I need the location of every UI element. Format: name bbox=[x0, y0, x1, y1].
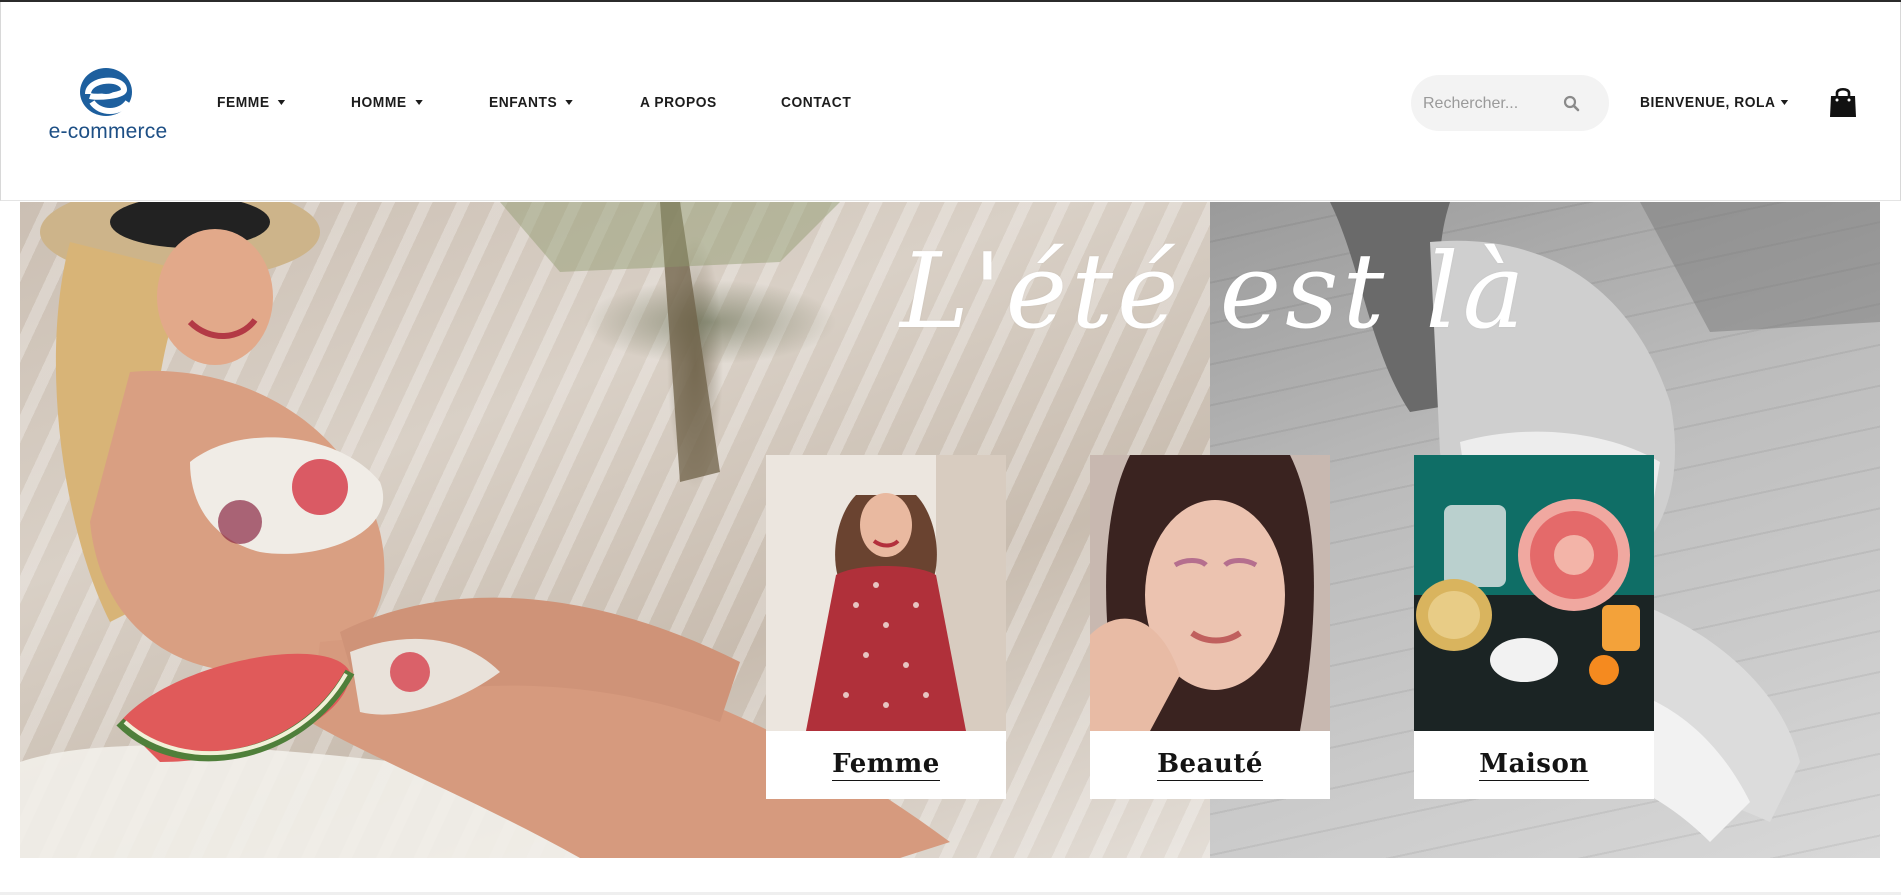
category-label: Beauté bbox=[1157, 749, 1263, 781]
category-label: Femme bbox=[832, 749, 940, 781]
nav-item-enfants[interactable]: ENFANTS bbox=[489, 94, 573, 111]
nav-item-label: FEMME bbox=[217, 94, 270, 111]
category-card-beaute[interactable]: Beauté bbox=[1090, 455, 1330, 799]
category-label: Maison bbox=[1479, 749, 1589, 781]
nav-item-a-propos[interactable]: A PROPOS bbox=[640, 94, 717, 111]
caret-down-icon bbox=[565, 100, 573, 105]
caret-down-icon bbox=[415, 100, 423, 105]
main-nav: FEMME HOMME ENFANTS A PROPOS CONTACT bbox=[217, 94, 858, 111]
nav-item-label: A PROPOS bbox=[639, 94, 717, 111]
caret-down-icon bbox=[277, 100, 286, 105]
category-label-area: Maison bbox=[1414, 731, 1654, 799]
logo-mark-icon bbox=[80, 68, 132, 116]
search-box bbox=[1411, 75, 1609, 131]
hero-title: L'été est là bbox=[900, 230, 1529, 352]
nav-item-homme[interactable]: HOMME bbox=[351, 94, 423, 111]
nav-item-label: HOMME bbox=[351, 94, 407, 111]
nav-item-label: CONTACT bbox=[781, 94, 852, 111]
account-menu[interactable]: BIENVENUE, ROLA bbox=[1640, 94, 1789, 111]
search-input[interactable] bbox=[1421, 89, 1555, 119]
page: e-commerce FEMME HOMME ENFANTS A PROPOS … bbox=[0, 0, 1901, 895]
shopping-bag-icon[interactable] bbox=[1828, 85, 1858, 119]
nav-item-label: ENFANTS bbox=[488, 94, 557, 111]
category-label-area: Femme bbox=[766, 731, 1006, 799]
femme-category-photo bbox=[766, 455, 1006, 731]
beaute-category-photo bbox=[1090, 455, 1330, 731]
category-card-femme[interactable]: Femme bbox=[766, 455, 1006, 799]
maison-category-photo bbox=[1414, 455, 1654, 731]
nav-item-contact[interactable]: CONTACT bbox=[781, 94, 851, 111]
nav-item-femme[interactable]: FEMME bbox=[217, 94, 286, 111]
category-label-area: Beauté bbox=[1090, 731, 1330, 799]
site-header: e-commerce FEMME HOMME ENFANTS A PROPOS … bbox=[0, 2, 1901, 201]
brand-logo[interactable]: e-commerce bbox=[41, 64, 171, 146]
caret-down-icon bbox=[1781, 100, 1789, 105]
welcome-label: BIENVENUE, ROLA bbox=[1640, 94, 1776, 111]
logo-text: e-commerce bbox=[48, 120, 168, 143]
category-card-maison[interactable]: Maison bbox=[1414, 455, 1654, 799]
hero-banner: L'été est là Femme Beauté Maison bbox=[20, 202, 1880, 858]
search-icon[interactable] bbox=[1563, 95, 1580, 112]
